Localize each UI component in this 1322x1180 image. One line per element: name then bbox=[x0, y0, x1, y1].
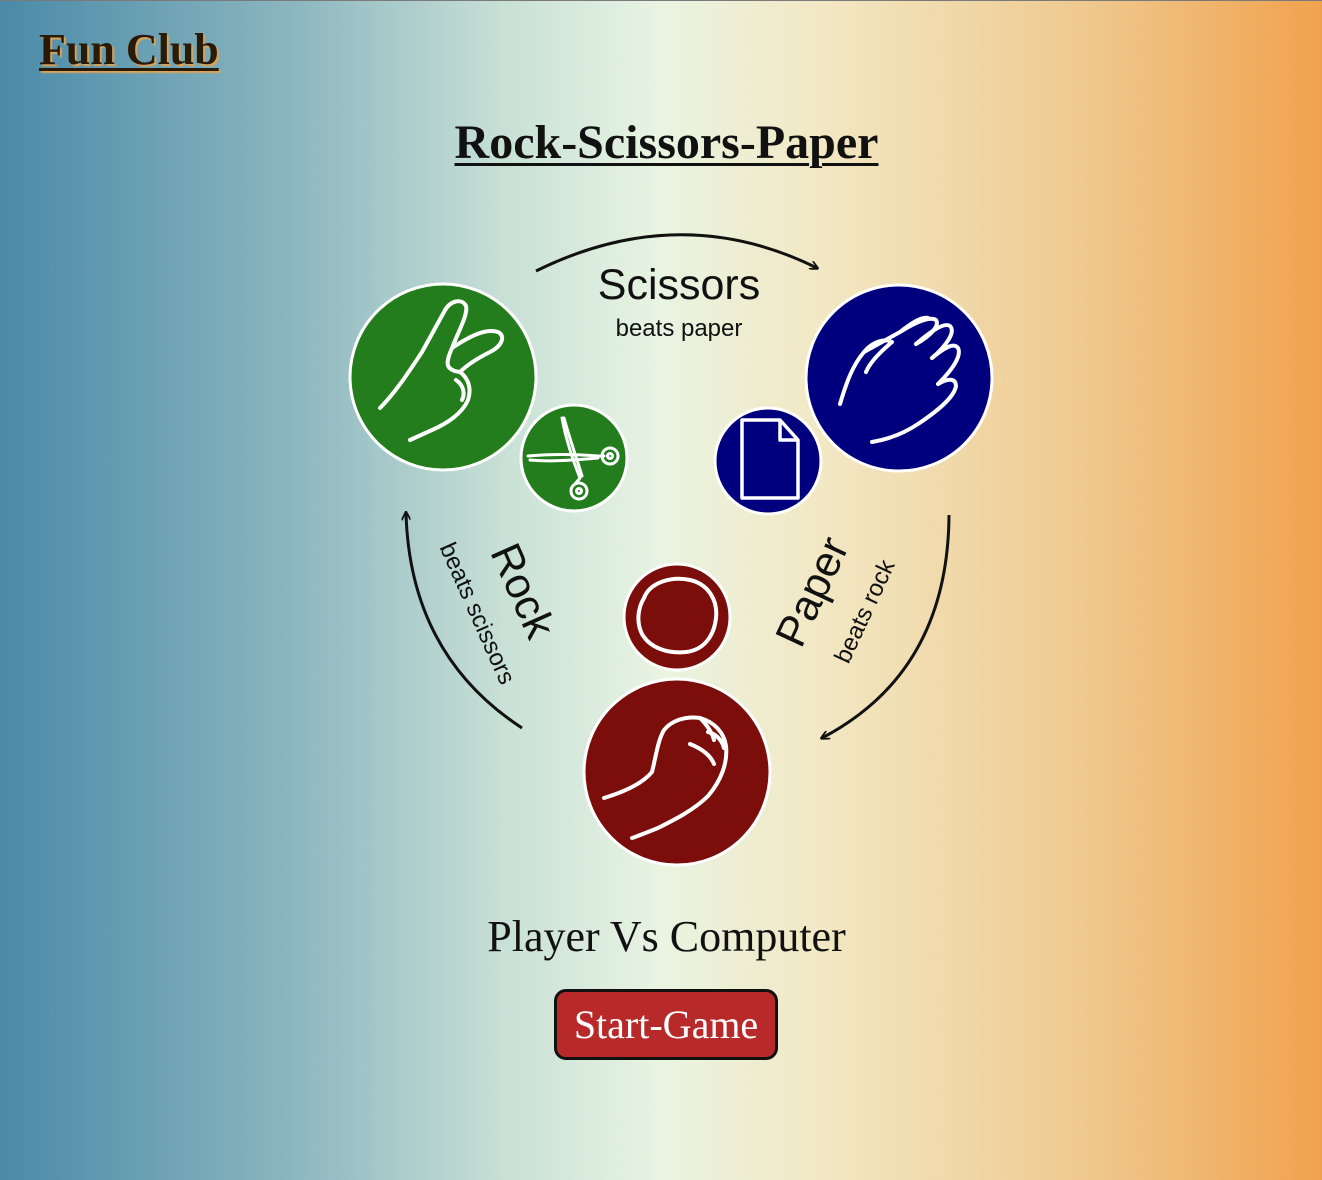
scissors-tool-badge bbox=[519, 403, 629, 513]
scissors-rule: beats paper bbox=[616, 315, 743, 342]
scissors-label: Scissors bbox=[598, 261, 760, 309]
scissors-hand-badge bbox=[348, 282, 538, 472]
rock-hand-badge bbox=[582, 677, 772, 867]
rock-stone-badge bbox=[622, 562, 732, 672]
paper-document-badge bbox=[713, 406, 823, 516]
start-game-button[interactable]: Start-Game bbox=[554, 989, 778, 1060]
paper-hand-badge bbox=[804, 283, 994, 473]
game-mode-label: Player Vs Computer bbox=[487, 912, 846, 961]
rules-diagram: Scissors beats paper Rock beats scissors… bbox=[348, 233, 994, 867]
